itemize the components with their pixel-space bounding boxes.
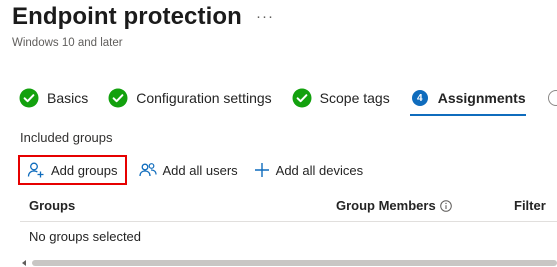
more-options-button[interactable]: ··· [256,8,274,25]
add-groups-button[interactable]: Add groups [18,155,127,185]
column-header-filter[interactable]: Filter [514,198,546,213]
check-circle-icon [108,88,128,108]
step-basics[interactable]: Basics [19,86,88,110]
step-label: Configuration settings [136,90,272,106]
assignment-toolbar: Add groups Add all users Add all devices [18,154,371,186]
scroll-left-arrow-icon[interactable] [22,260,26,266]
horizontal-scrollbar[interactable] [22,259,557,267]
add-all-users-button[interactable]: Add all users [131,155,246,185]
add-all-devices-button[interactable]: Add all devices [246,155,371,185]
page-title: Endpoint protection [12,3,242,30]
step-pending-icon [546,88,557,108]
included-groups-label: Included groups [20,130,113,145]
step-label: Basics [47,90,89,106]
empty-state-text: No groups selected [29,229,142,244]
check-circle-icon [292,88,312,108]
column-header-groups[interactable]: Groups [29,198,75,213]
step-next[interactable] [546,86,557,110]
add-all-devices-label: Add all devices [275,162,364,178]
column-header-label: Group Members [336,198,436,213]
add-all-users-label: Add all users [162,162,238,178]
info-icon[interactable] [439,199,452,212]
step-number-badge: 4 [410,88,430,108]
add-groups-label: Add groups [51,162,118,178]
people-icon [138,161,157,179]
wizard-steps: Basics Configuration settings Scope tags… [19,86,557,116]
check-circle-icon [19,88,39,108]
groups-table-header: Groups Group Members Filter [20,193,557,222]
plus-icon [254,162,270,178]
step-label: Scope tags [319,90,390,106]
scrollbar-thumb[interactable] [32,260,557,266]
step-assignments[interactable]: 4 Assignments [409,86,526,116]
step-scope-tags[interactable]: Scope tags [292,86,390,110]
step-label: Assignments [437,90,526,106]
step-configuration-settings[interactable]: Configuration settings [108,86,272,110]
add-person-icon [27,161,45,179]
page-subtitle: Windows 10 and later [12,37,123,49]
column-header-group-members[interactable]: Group Members [336,198,452,213]
step-number: 4 [411,90,428,106]
